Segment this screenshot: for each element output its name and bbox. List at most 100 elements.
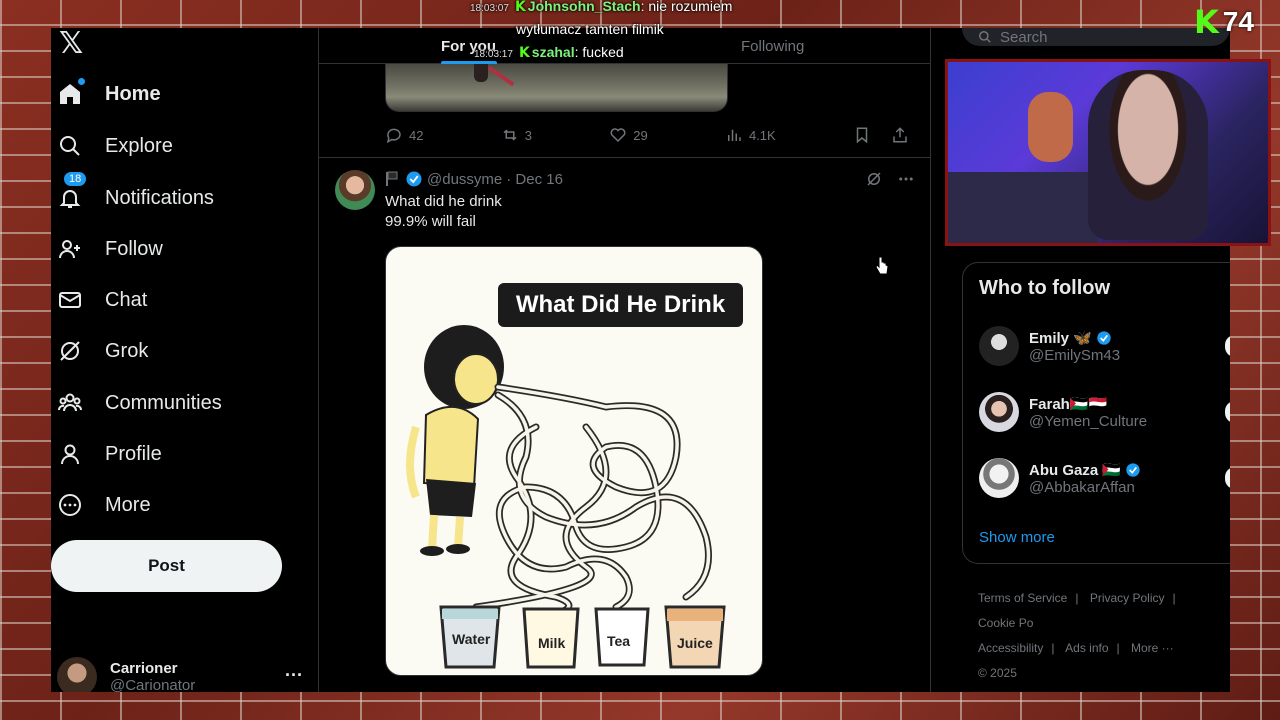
account-switcher[interactable]: Carrioner @Carionator ··· (57, 655, 303, 692)
x-logo-icon[interactable]: 𝕏 (59, 28, 83, 61)
follow-suggestion[interactable]: Farah🇵🇸🇾🇪 @Yemen_Culture (979, 387, 1230, 437)
follow-button[interactable] (1225, 467, 1230, 489)
suggestion-name: Abu Gaza 🇵🇸 (1029, 461, 1122, 479)
chat-message: 18:03:07 K Johnsohn_Stach: nie rozumiem (470, 0, 733, 15)
avatar (979, 326, 1019, 366)
footer-separator: | (1116, 641, 1120, 655)
bookmark-icon (856, 127, 868, 144)
tweet-text-line: What did he drink (385, 193, 502, 210)
user-icon (57, 441, 83, 467)
left-navigation: 𝕏 Home Explore 18 Notifications Follow C… (51, 28, 318, 692)
grok-icon (57, 338, 83, 364)
share-button[interactable] (891, 126, 915, 144)
streamer (1088, 70, 1208, 240)
communities-icon (57, 390, 83, 416)
search-placeholder: Search (1000, 28, 1048, 46)
footer-links: Terms of Service | Privacy Policy | Cookie… (978, 586, 1230, 686)
nav-more[interactable]: More (57, 483, 151, 527)
views-button[interactable]: 4.1K (725, 126, 776, 144)
like-count: 29 (633, 127, 648, 143)
cup-label-juice: Juice (677, 635, 713, 651)
footer-separator: | (1075, 591, 1079, 605)
nav-label: Explore (105, 134, 173, 157)
footer-separator: | (1051, 641, 1055, 655)
nav-home[interactable]: Home (57, 72, 161, 116)
post-button[interactable]: Post (51, 540, 282, 592)
search-icon (57, 133, 83, 159)
notification-badge: 18 (63, 171, 88, 187)
nav-label: Grok (105, 339, 149, 362)
cup-label-milk: Milk (538, 635, 566, 651)
who-to-follow-panel: Who to follow Emily 🦋 @EmilySm43 Farah🇵🇸… (962, 262, 1230, 564)
chat-text: nie rozumiem (648, 0, 733, 14)
nav-profile[interactable]: Profile (57, 432, 162, 476)
copyright: © 2025 (978, 666, 1017, 680)
hand-cursor-icon (875, 256, 889, 275)
grok-icon[interactable] (865, 170, 883, 188)
chat-time: 18:03:07 (470, 3, 509, 14)
tweet-handle[interactable]: @dussyme (427, 171, 502, 188)
avatar[interactable] (335, 170, 375, 210)
nav-label: Notifications (105, 186, 214, 209)
bookmark-button[interactable] (853, 126, 877, 144)
footer-link[interactable]: More ··· (1131, 641, 1174, 655)
footer-link[interactable]: Accessibility (978, 641, 1043, 655)
footer-separator: | (1172, 591, 1176, 605)
follow-button[interactable] (1225, 335, 1230, 357)
chat-text: fucked (582, 44, 624, 60)
bell-icon: 18 (57, 171, 88, 211)
tab-following[interactable]: Following (741, 28, 804, 64)
footer-link[interactable]: Ads info (1065, 641, 1108, 655)
more-dots-icon[interactable]: ··· (285, 665, 303, 686)
footer-link[interactable]: Terms of Service (978, 591, 1067, 605)
tweet-text: What did he drink 99.9% will fail (385, 192, 502, 232)
tweet-date[interactable]: · Dec 16 (506, 171, 563, 188)
maze-illustration (406, 325, 726, 669)
search-icon (979, 31, 991, 43)
envelope-icon (57, 287, 83, 313)
repost-button[interactable]: 3 (501, 126, 532, 144)
show-more-link[interactable]: Show more (979, 529, 1055, 546)
verified-badge-icon (406, 171, 422, 187)
nav-follow[interactable]: Follow (57, 227, 163, 271)
tweet-text-line: 99.9% will fail (385, 213, 476, 230)
tweet[interactable]: @dussyme · Dec 16 What did he drink 99.9… (319, 158, 931, 692)
more-dots-icon[interactable] (897, 170, 915, 188)
footer-link[interactable]: Cookie Po (978, 616, 1033, 630)
search-input[interactable]: Search (962, 28, 1230, 46)
bar-chart-icon (727, 129, 741, 141)
nav-communities[interactable]: Communities (57, 381, 222, 425)
kick-logo-icon: K (1194, 3, 1219, 41)
panel-title: Who to follow (979, 277, 1111, 299)
suggestion-name: Emily 🦋 (1029, 329, 1092, 347)
reply-button[interactable]: 42 (385, 126, 423, 144)
chat-message: wytłumacz tamten filmik (516, 21, 664, 37)
previous-tweet-media[interactable] (385, 64, 728, 112)
suggestion-handle: @AbbakarAffan (1029, 478, 1135, 496)
nav-explore[interactable]: Explore (57, 124, 173, 168)
home-icon (57, 78, 85, 107)
follow-button[interactable] (1225, 401, 1230, 423)
nav-label: More (105, 493, 151, 516)
tweet-image[interactable]: What Did He Drink Water Milk Tea Juice (385, 246, 763, 676)
account-handle: @Carionator (110, 677, 196, 692)
like-button[interactable]: 29 (609, 126, 648, 144)
follow-suggestion[interactable]: Abu Gaza 🇵🇸 @AbbakarAffan (979, 453, 1230, 503)
avatar (979, 458, 1019, 498)
repost-count: 3 (524, 127, 532, 143)
repost-icon (503, 129, 517, 141)
cup-label-water: Water (452, 631, 491, 647)
unread-dot (78, 78, 85, 85)
timeline: For you Following 42 3 29 4.1K @dussyme … (318, 28, 931, 692)
reply-icon (386, 128, 401, 144)
footer-link[interactable]: Privacy Policy (1090, 591, 1165, 605)
nav-notifications[interactable]: 18 Notifications (57, 171, 214, 220)
chat-text: wytłumacz tamten filmik (516, 21, 664, 37)
nav-chat[interactable]: Chat (57, 278, 147, 322)
nav-grok[interactable]: Grok (57, 329, 148, 373)
chat-user: Johnsohn_Stach (527, 0, 641, 14)
viewer-counter: K 74 (1194, 6, 1254, 38)
more-circle-icon (57, 492, 83, 518)
follow-suggestion[interactable]: Emily 🦋 @EmilySm43 (979, 321, 1230, 371)
webcam-overlay (945, 59, 1271, 246)
